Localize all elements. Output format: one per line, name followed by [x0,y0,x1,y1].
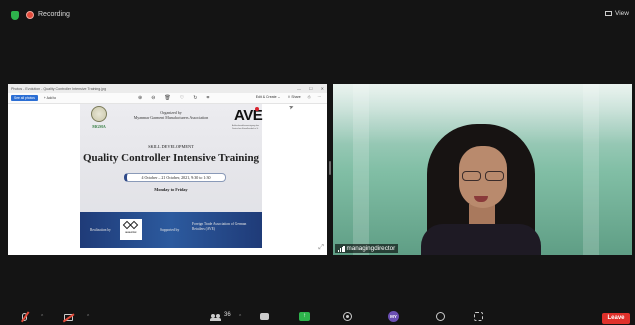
participant-clothing [421,224,541,255]
ave-logo-dot-icon [255,107,259,111]
zoom-in-icon: ⊕ [138,95,143,101]
date-range: 4 October – 21 October, 2021, 9:30 to 1:… [124,173,226,182]
edit-create-button: Edit & Create ⌄ [255,95,281,99]
realization-label: Realization by [90,228,111,232]
expand-icon[interactable]: ⤢ [318,244,324,252]
glasses-lens-right [485,171,504,181]
leave-button[interactable]: Leave [602,313,630,324]
participants-count[interactable]: 36 [224,312,231,318]
close-icon: ✕ [320,86,324,91]
rotate-icon: ↻ [193,95,198,101]
training-slide: MGMA Organized by Myanmar Garment Manufa… [80,104,263,248]
crop-icon: ⌗ [206,95,210,101]
participants-icon[interactable] [210,314,221,321]
user-avatar[interactable]: MY [388,311,399,322]
minimize-icon: — [297,86,302,91]
share-screen-icon[interactable]: ↑ [299,312,310,321]
audio-options-chevron-icon[interactable]: ⌃ [40,314,44,320]
share-photo-button: ⇪ Share [287,95,301,99]
participant-video-tile[interactable]: managingdirector [333,84,632,255]
apps-icon[interactable] [474,312,483,321]
participants-chevron-icon[interactable]: ⌃ [238,314,242,320]
see-all-photos-button: See all photos [11,95,38,101]
add-to-button: + Add to [43,96,57,100]
mouse-cursor-icon: ➤ [288,104,296,112]
reactions-icon[interactable] [436,312,445,321]
ave-logo-subtitle: Außenhandelsvereinigung des Deutschen Ei… [232,125,260,130]
buildtex-diamond-icon [129,220,139,230]
participant-name: managingdirector [346,245,396,252]
window-controls: — ☐ ✕ [297,86,324,91]
skill-development-label: SKILL DEVELOPMENT [148,144,194,149]
participant-video-feed [421,124,541,255]
encryption-shield-icon[interactable] [11,11,19,20]
sponsor-band: Realization by BUILDTEX Supported by For… [80,212,262,248]
mgma-logo-text: MGMA [92,124,106,129]
zoom-out-icon: ⊖ [151,95,156,101]
buildtex-logo-text: BUILDTEX [125,232,137,234]
window-frame-stripe [353,84,369,255]
photos-window-title: Photos - Evolution - Quality Controller … [11,86,107,91]
top-bar: Recording View [0,0,635,22]
glasses-lens-left [462,171,481,181]
photo-tools: ⊕ ⊖ 🗑 ♡ ↻ ⌗ [138,95,209,101]
participant-name-tag: managingdirector [335,244,399,253]
photo-actions: Edit & Create ⌄ ⇪ Share ⎙ ··· [256,95,321,99]
shared-screen-tile[interactable]: Photos - Evolution - Quality Controller … [8,84,327,255]
slide-title: Quality Controller Intensive Training [82,152,260,164]
chat-icon[interactable] [260,313,269,320]
print-icon: ⎙ [307,95,311,99]
supporter-name: Foreign Trade Association of German Reta… [192,222,247,231]
supported-by-label: Supported by [160,228,180,232]
buildtex-logo: BUILDTEX [120,219,142,240]
participant-glasses [459,171,507,181]
photos-toolbar: See all photos + Add to ⊕ ⊖ 🗑 ♡ ↻ ⌗ Edit… [8,93,327,104]
maximize-icon: ☐ [309,86,313,91]
view-button[interactable]: View [605,10,629,17]
zoom-meeting-window: Recording View Photos - Evolution - Qual… [0,0,635,325]
grid-view-icon [605,11,613,16]
favorite-icon: ♡ [179,95,185,101]
delete-icon: 🗑 [164,95,171,101]
training-days: Monday to Friday [154,187,188,192]
record-icon[interactable] [343,312,352,321]
more-options-icon: ··· [317,95,322,99]
window-frame-stripe [583,84,599,255]
recording-icon [26,11,34,19]
split-view-divider[interactable] [329,161,331,175]
photos-window-titlebar: Photos - Evolution - Quality Controller … [8,84,327,93]
view-label: View [615,10,629,17]
signal-strength-icon [338,245,345,252]
video-options-chevron-icon[interactable]: ⌃ [86,314,90,320]
meeting-controls-bar: ⌃ ⌃ 36 ⌃ ↑ MY Leave [0,305,635,325]
recording-label: Recording [38,11,70,18]
